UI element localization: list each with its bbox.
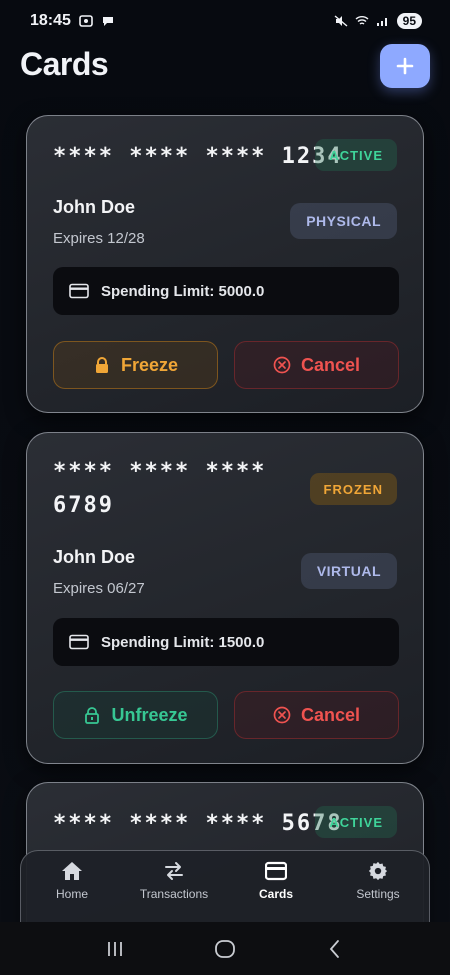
status-badge: ACTIVE <box>315 139 397 171</box>
nav-transactions[interactable]: Transactions <box>128 861 220 922</box>
spending-limit-label: Spending Limit: 1500.0 <box>101 633 265 651</box>
screen-record-icon <box>79 15 93 27</box>
nav-label: Settings <box>356 887 400 901</box>
credit-card-icon <box>69 634 89 650</box>
page-title: Cards <box>20 46 109 82</box>
nav-label: Transactions <box>139 887 209 901</box>
freeze-button-label: Freeze <box>120 354 179 375</box>
bottom-navigation: Home Transactions Cards Settings <box>20 850 430 922</box>
card-number: **** **** **** 5678 <box>53 811 343 836</box>
lock-icon <box>95 357 108 373</box>
unfreeze-button[interactable]: Unfreeze <box>53 691 218 739</box>
status-badge: ACTIVE <box>315 806 397 838</box>
cancel-button-label: Cancel <box>300 704 361 725</box>
spending-limit-label: Spending Limit: 5000.0 <box>101 282 265 300</box>
unfreeze-button-label: Unfreeze <box>111 704 188 725</box>
nav-label: Home <box>55 887 88 901</box>
cancel-circle-icon <box>273 706 291 724</box>
status-badge: FROZEN <box>309 473 397 505</box>
status-time: 18:45 <box>30 12 71 29</box>
mute-icon <box>334 15 348 27</box>
cards-screen: 18:45 95 Cards **** **** **** 1234 ACTIV… <box>0 0 450 975</box>
nav-home[interactable]: Home <box>26 861 118 922</box>
add-card-button[interactable] <box>380 44 430 88</box>
plus-icon <box>396 57 414 75</box>
home-circle-icon[interactable] <box>214 938 236 960</box>
card-number-line1: **** **** **** <box>53 459 267 484</box>
card-expiry: Expires 12/28 <box>53 230 145 247</box>
card-holder-name: John Doe <box>53 197 136 217</box>
system-navigation-bar <box>0 922 450 975</box>
battery-indicator: 95 <box>396 13 422 29</box>
home-icon <box>62 862 82 880</box>
gear-icon <box>368 861 388 881</box>
spending-limit: Spending Limit: 1500.0 <box>53 618 399 666</box>
card-icon <box>265 861 287 881</box>
recent-apps-icon[interactable] <box>104 938 126 960</box>
card-number-line2: 6789 <box>53 493 114 518</box>
cancel-button[interactable]: Cancel <box>234 341 399 389</box>
card-expiry: Expires 06/27 <box>53 580 145 597</box>
back-icon[interactable] <box>324 938 346 960</box>
cancel-button[interactable]: Cancel <box>234 691 399 739</box>
spending-limit: Spending Limit: 5000.0 <box>53 267 399 315</box>
nav-label: Cards <box>258 887 293 901</box>
signal-icon <box>376 18 387 26</box>
unlock-icon <box>85 707 100 724</box>
cancel-button-label: Cancel <box>300 354 361 375</box>
card-6789[interactable]: **** **** **** 6789 FROZEN John Doe Expi… <box>26 432 424 764</box>
credit-card-icon <box>69 283 89 299</box>
card-number: **** **** **** 1234 <box>53 144 343 169</box>
nav-cards[interactable]: Cards <box>230 861 322 922</box>
freeze-button[interactable]: Freeze <box>53 341 218 389</box>
card-1234[interactable]: **** **** **** 1234 ACTIVE John Doe Expi… <box>26 115 424 413</box>
card-holder-name: John Doe <box>53 547 136 567</box>
nav-settings[interactable]: Settings <box>332 861 424 922</box>
wifi-icon <box>355 16 369 25</box>
status-bar: 18:45 95 <box>0 0 450 42</box>
swap-arrows-icon <box>165 862 183 880</box>
chat-icon <box>102 17 113 26</box>
card-type-badge: VIRTUAL <box>300 553 397 589</box>
cancel-circle-icon <box>273 356 291 374</box>
card-type-badge: PHYSICAL <box>290 203 397 239</box>
